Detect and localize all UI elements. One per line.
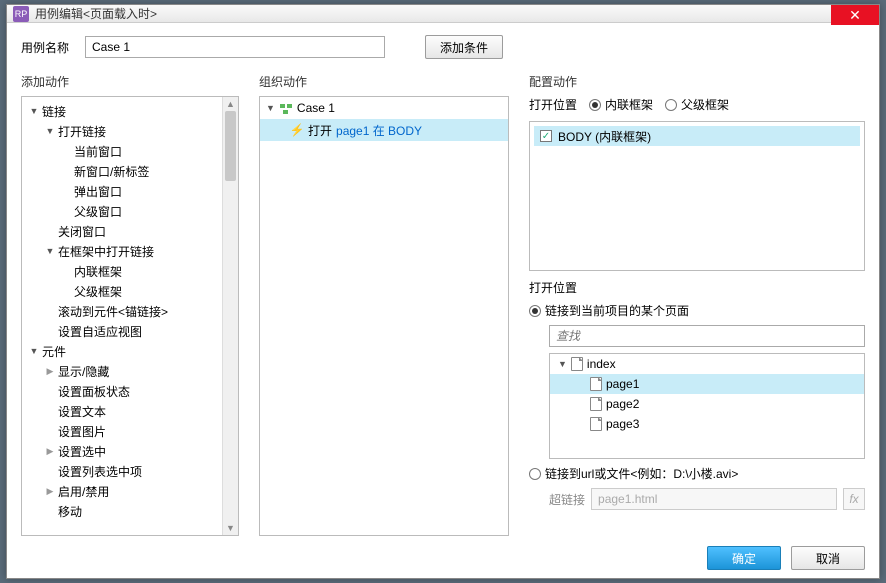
add-condition-button[interactable]: 添加条件	[425, 35, 503, 59]
chevron-down-icon[interactable]	[44, 126, 56, 136]
organize-action-title: 组织动作	[259, 73, 509, 90]
case-name-label: 用例名称	[21, 39, 75, 56]
link-target-section: 打开位置 链接到当前项目的某个页面 ▼ index page1	[529, 279, 865, 510]
tree-item[interactable]: 设置面板状态	[22, 381, 238, 401]
tree-item[interactable]: 关闭窗口	[22, 221, 238, 241]
hyperlink-label: 超链接	[549, 491, 585, 508]
page-icon	[590, 397, 602, 411]
open-position-label-2: 打开位置	[529, 279, 865, 296]
action-link: page1 在 BODY	[336, 122, 422, 139]
dialog-footer: 确定 取消	[21, 536, 865, 570]
radio-link-url[interactable]: 链接到url或文件<例如：D:\小楼.avi>	[529, 465, 865, 482]
open-position-row: 打开位置 内联框架 父级框架	[529, 96, 865, 113]
radio-link-project-page[interactable]: 链接到当前项目的某个页面	[529, 302, 865, 319]
tree-item[interactable]: 新窗口/新标签	[22, 161, 238, 181]
app-icon: RP	[13, 6, 29, 22]
cancel-button[interactable]: 取消	[791, 546, 865, 570]
scrollbar[interactable]: ▲ ▼	[222, 97, 238, 535]
action-row[interactable]: ⚡ 打开 page1 在 BODY	[260, 119, 508, 141]
hyperlink-input[interactable]	[591, 488, 837, 510]
chevron-right-icon[interactable]	[44, 486, 56, 497]
page-icon	[590, 417, 602, 431]
page-tree-item[interactable]: page1	[550, 374, 864, 394]
checkbox-icon[interactable]: ✓	[540, 130, 552, 142]
organize-action-panel: 组织动作 ▼ Case 1 ⚡ 打开 page1 在 BODY	[259, 73, 509, 536]
chevron-down-icon[interactable]: ▼	[558, 359, 567, 369]
tree-item[interactable]: 父级框架	[22, 281, 238, 301]
case-label: Case 1	[297, 101, 335, 115]
chevron-down-icon[interactable]	[28, 346, 40, 356]
case-row[interactable]: ▼ Case 1	[260, 97, 508, 119]
scroll-thumb[interactable]	[225, 111, 236, 181]
tree-item[interactable]: 设置自适应视图	[22, 321, 238, 341]
tree-item[interactable]: 启用/禁用	[22, 481, 238, 501]
page-tree-item[interactable]: page3	[550, 414, 864, 434]
page-tree[interactable]: ▼ index page1 page2	[549, 353, 865, 459]
configure-action-title: 配置动作	[529, 73, 865, 90]
tree-item[interactable]: 元件	[22, 341, 238, 361]
panels: 添加动作 链接 打开链接 当前窗口 新窗口/新标签 弹出窗口 父级窗口 关闭窗口…	[21, 73, 865, 536]
tree-item[interactable]: 显示/隐藏	[22, 361, 238, 381]
frame-item-label: BODY (内联框架)	[558, 128, 651, 145]
page-icon	[571, 357, 583, 371]
frame-listbox[interactable]: ✓ BODY (内联框架)	[529, 121, 865, 271]
case-icon	[279, 101, 293, 115]
action-prefix: 打开	[308, 122, 332, 139]
tree-item[interactable]: 滚动到元件<锚链接>	[22, 301, 238, 321]
page-search-input[interactable]	[549, 325, 865, 347]
tree-item[interactable]: 当前窗口	[22, 141, 238, 161]
chevron-right-icon[interactable]	[44, 366, 56, 377]
tree-item[interactable]: 设置列表选中项	[22, 461, 238, 481]
radio-inline-frame[interactable]: 内联框架	[589, 96, 653, 113]
case-name-row: 用例名称 添加条件	[21, 35, 865, 59]
dialog-content: 用例名称 添加条件 添加动作 链接 打开链接 当前窗口 新窗口/新标签 弹出窗口…	[7, 23, 879, 580]
chevron-down-icon[interactable]	[44, 246, 56, 256]
chevron-down-icon[interactable]: ▼	[266, 103, 275, 113]
add-action-title: 添加动作	[21, 73, 239, 90]
bolt-icon: ⚡	[290, 123, 304, 137]
case-action-tree[interactable]: ▼ Case 1 ⚡ 打开 page1 在 BODY	[259, 96, 509, 536]
tree-item[interactable]: 移动	[22, 501, 238, 521]
page-tree-item[interactable]: page2	[550, 394, 864, 414]
scroll-up-icon[interactable]: ▲	[223, 97, 238, 111]
frame-item[interactable]: ✓ BODY (内联框架)	[534, 126, 860, 146]
hyperlink-row: 超链接 fx	[549, 488, 865, 510]
tree-item[interactable]: 设置文本	[22, 401, 238, 421]
page-tree-root[interactable]: ▼ index	[550, 354, 864, 374]
tree-item[interactable]: 在框架中打开链接	[22, 241, 238, 261]
close-button[interactable]: ✕	[831, 5, 879, 25]
case-editor-dialog: RP 用例编辑<页面载入时> ✕ 用例名称 添加条件 添加动作 链接 打开链接 …	[6, 4, 880, 579]
scroll-down-icon[interactable]: ▼	[223, 521, 238, 535]
radio-parent-frame[interactable]: 父级框架	[665, 96, 729, 113]
window-title: 用例编辑<页面载入时>	[35, 5, 157, 22]
tree-item[interactable]: 父级窗口	[22, 201, 238, 221]
add-action-panel: 添加动作 链接 打开链接 当前窗口 新窗口/新标签 弹出窗口 父级窗口 关闭窗口…	[21, 73, 239, 536]
chevron-down-icon[interactable]	[28, 106, 40, 116]
ok-button[interactable]: 确定	[707, 546, 781, 570]
tree-item[interactable]: 弹出窗口	[22, 181, 238, 201]
case-name-input[interactable]	[85, 36, 385, 58]
titlebar: RP 用例编辑<页面载入时> ✕	[7, 5, 879, 23]
tree-item[interactable]: 链接	[22, 101, 238, 121]
configure-action-panel: 配置动作 打开位置 内联框架 父级框架 ✓ BODY (内联框架)	[529, 73, 865, 536]
action-tree[interactable]: 链接 打开链接 当前窗口 新窗口/新标签 弹出窗口 父级窗口 关闭窗口 在框架中…	[21, 96, 239, 536]
tree-item[interactable]: 内联框架	[22, 261, 238, 281]
open-position-label: 打开位置	[529, 96, 577, 113]
tree-item[interactable]: 设置图片	[22, 421, 238, 441]
tree-item[interactable]: 打开链接	[22, 121, 238, 141]
page-icon	[590, 377, 602, 391]
chevron-right-icon[interactable]	[44, 446, 56, 457]
fx-button[interactable]: fx	[843, 488, 865, 510]
tree-item[interactable]: 设置选中	[22, 441, 238, 461]
